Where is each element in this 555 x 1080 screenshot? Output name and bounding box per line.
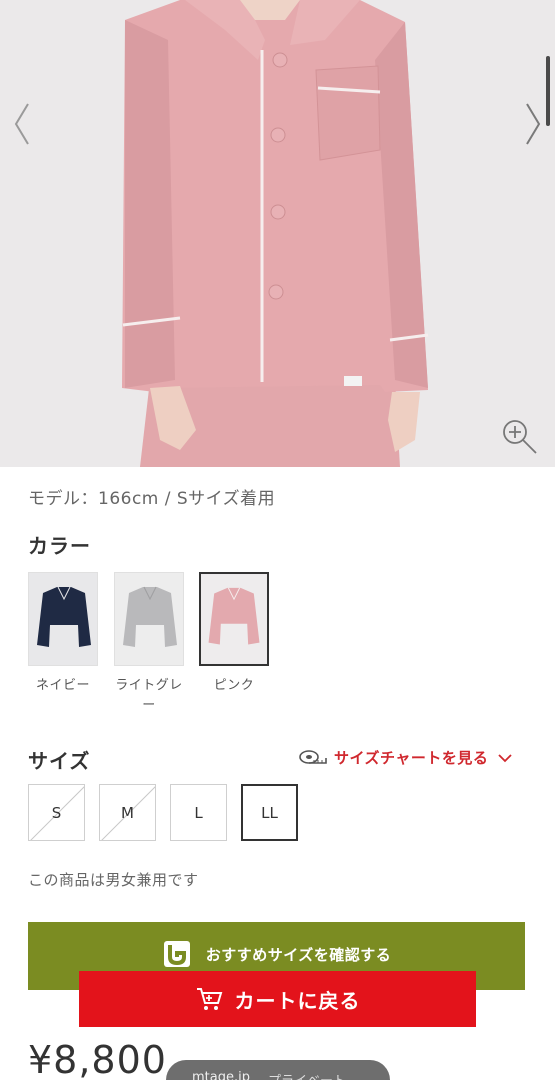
color-swatch-navy[interactable] — [28, 572, 98, 666]
gallery-next-arrow[interactable] — [521, 100, 545, 148]
cart-icon — [196, 988, 222, 1010]
color-label-light-gray: ライトグレー — [115, 678, 183, 713]
size-option-m-label: M — [121, 803, 134, 822]
size-option-s[interactable]: S — [28, 784, 85, 841]
unisex-note: この商品は男女兼用です — [28, 871, 199, 889]
product-photo — [0, 0, 555, 467]
size-chart-link-label: サイズチャートを見る — [334, 749, 489, 767]
size-chart-link[interactable]: サイズチャートを見る — [298, 747, 513, 768]
model-size-note: モデル：166cm / Sサイズ着用 — [28, 489, 276, 509]
color-swatch-pink[interactable] — [199, 572, 269, 666]
recommend-size-label: おすすめサイズを確認する — [205, 945, 392, 964]
product-image-gallery[interactable] — [0, 0, 555, 467]
browser-private-mode: プライベート — [268, 1070, 346, 1080]
page-scrollbar[interactable] — [546, 56, 550, 126]
size-option-l[interactable]: L — [170, 784, 227, 841]
browser-domain: mtage.jp — [192, 1070, 250, 1080]
measuring-tape-icon — [299, 749, 327, 764]
browser-address-pill[interactable]: mtage.jp プライベート — [166, 1060, 390, 1080]
color-section-title: カラー — [28, 534, 91, 558]
size-option-ll[interactable]: LL — [241, 784, 298, 841]
unisize-logo-icon — [163, 941, 190, 967]
back-to-cart-label: カートに戻る — [234, 988, 361, 1013]
navy-pajama-thumbnail — [29, 573, 97, 665]
size-option-l-label: L — [194, 803, 203, 822]
price: ¥8,800 — [28, 1038, 167, 1080]
gallery-prev-arrow[interactable] — [10, 100, 34, 148]
light-gray-pajama-thumbnail — [115, 573, 183, 665]
color-swatch-light-gray[interactable] — [114, 572, 184, 666]
size-section-title: サイズ — [28, 749, 91, 773]
chevron-left-icon — [14, 103, 29, 145]
pink-pajama-thumbnail — [201, 574, 267, 664]
size-option-ll-label: LL — [261, 803, 278, 822]
chevron-down-icon — [498, 753, 513, 762]
color-label-navy: ネイビー — [35, 678, 90, 693]
color-label-pink: ピンク — [213, 678, 255, 693]
chevron-right-icon — [526, 103, 541, 145]
zoom-button[interactable] — [500, 417, 540, 457]
size-option-m[interactable]: M — [99, 784, 156, 841]
size-option-s-label: S — [51, 803, 62, 822]
back-to-cart-button[interactable]: カートに戻る — [79, 971, 476, 1027]
zoom-in-icon — [503, 420, 537, 454]
